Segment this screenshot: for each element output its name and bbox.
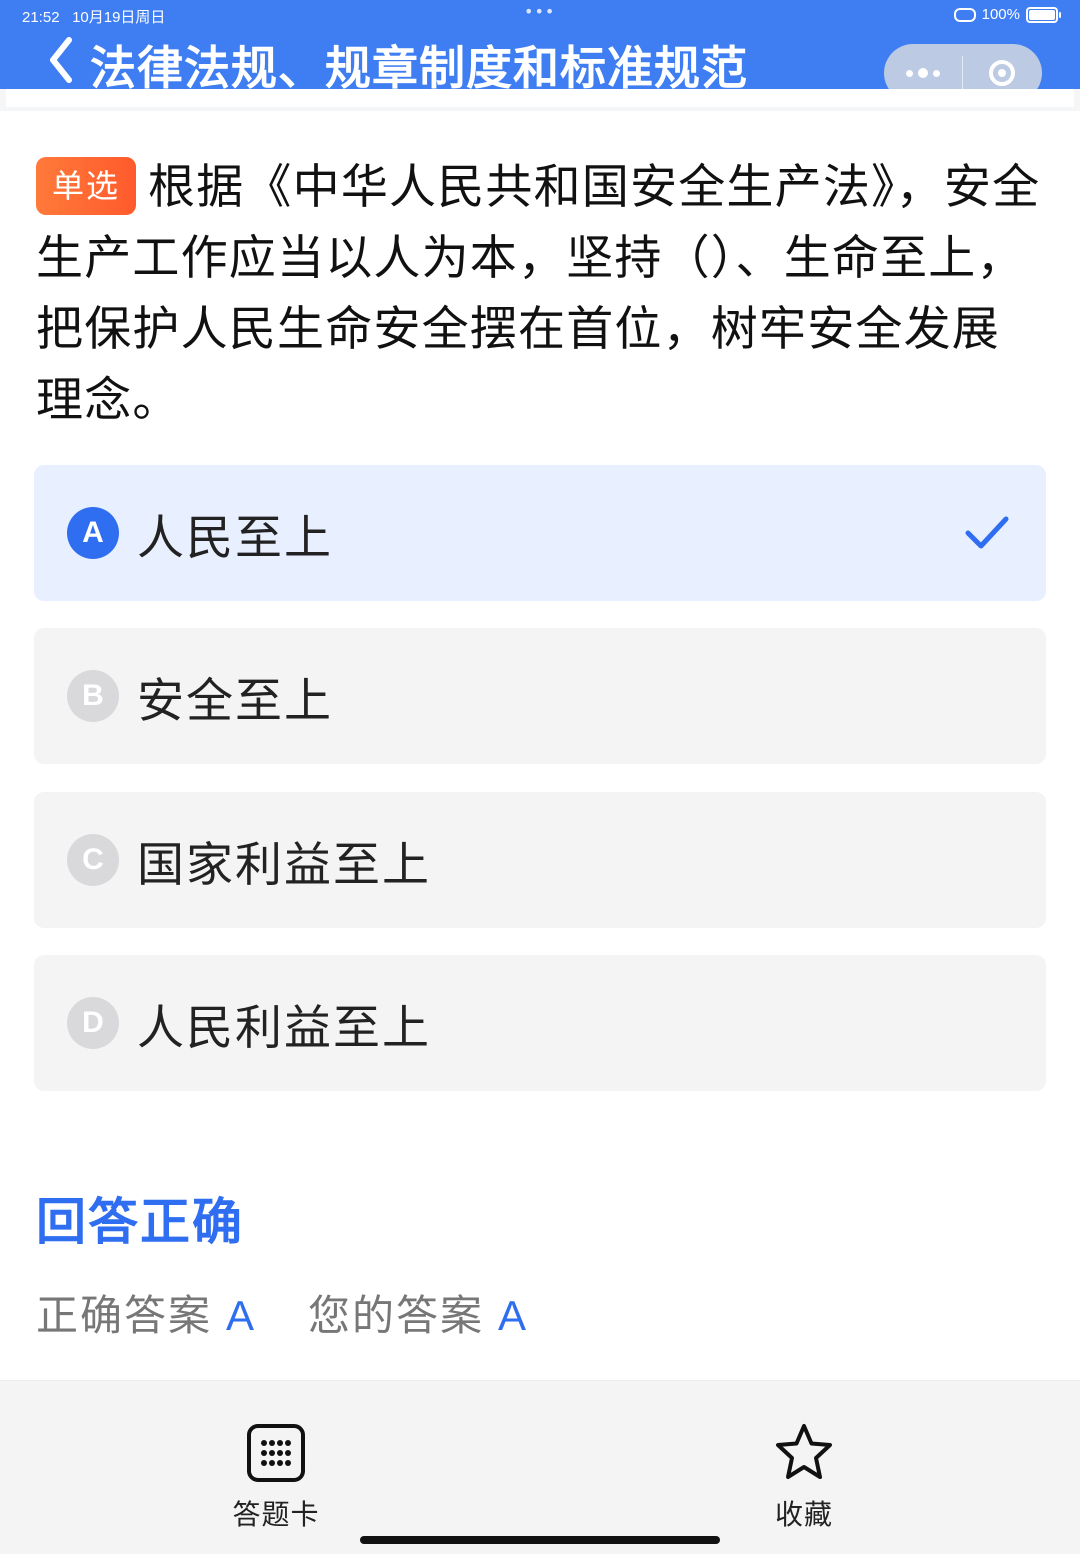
home-indicator[interactable] [360, 1536, 720, 1544]
result-title: 回答正确 [36, 1193, 244, 1251]
your-answer-label: 您的答案 [308, 1291, 485, 1340]
target-close-icon [989, 60, 1015, 86]
dot-icon [918, 68, 928, 78]
status-time: 21:52 10月19日周日 [22, 6, 165, 27]
option-text: 国家利益至上 [137, 837, 431, 893]
status-right: 100% [953, 6, 1061, 23]
chevron-left-icon [50, 37, 72, 83]
time-text: 21:52 [22, 9, 60, 26]
favorite-button[interactable]: 收藏 [734, 1421, 874, 1533]
option-text: 安全至上 [137, 673, 333, 729]
your-answer-value: A [498, 1292, 529, 1339]
check-icon [965, 516, 1009, 549]
option-letter-badge: D [67, 997, 119, 1049]
grid-icon [247, 1424, 305, 1482]
answer-card-label: 答题卡 [232, 1498, 320, 1531]
option-text: 人民至上 [137, 510, 333, 566]
header-shadow [0, 89, 1080, 111]
battery-percent: 100% [981, 6, 1020, 23]
multitask-dots-icon[interactable]: ••• [524, 2, 555, 21]
top-header: 21:52 10月19日周日 ••• 100% 法律法规、规章制度和标准规范 [0, 0, 1080, 102]
option-letter-badge: A [67, 507, 119, 559]
close-button[interactable] [963, 60, 1041, 86]
more-button[interactable] [884, 68, 962, 78]
answer-card-button[interactable]: 答题卡 [206, 1421, 346, 1533]
option-text: 人民利益至上 [137, 1000, 431, 1056]
question-text: 根据《中华人民共和国安全生产法》，安全生产工作应当以人为本，坚持（）、生命至上，… [36, 160, 1041, 428]
question-type-tag: 单选 [36, 157, 137, 215]
correct-answer-label: 正确答案 [36, 1291, 213, 1340]
correct-answer-value: A [226, 1292, 257, 1339]
answer-summary: 正确答案 A 您的答案 A [36, 1282, 528, 1343]
dot-icon [933, 69, 940, 77]
option-a[interactable]: A 人民至上 [34, 465, 1046, 601]
option-c[interactable]: C 国家利益至上 [34, 792, 1046, 928]
option-letter-badge: C [67, 834, 119, 886]
date-text: 10月19日周日 [72, 9, 166, 26]
option-letter-badge: B [67, 670, 119, 722]
dot-icon [906, 69, 913, 77]
favorite-label: 收藏 [774, 1498, 833, 1531]
question-block: 单选 根据《中华人民共和国安全生产法》，安全生产工作应当以人为本，坚持（）、生命至… [36, 152, 1046, 436]
battery-icon [1026, 6, 1061, 23]
quiz-page: 21:52 10月19日周日 ••• 100% 法律法规、规章制度和标准规范 单… [0, 0, 1080, 1554]
bottom-toolbar: 答题卡 收藏 [0, 1380, 1080, 1554]
back-button[interactable] [42, 34, 82, 86]
option-d[interactable]: D 人民利益至上 [34, 955, 1046, 1091]
star-icon [776, 1424, 832, 1479]
link-icon [953, 7, 976, 22]
option-b[interactable]: B 安全至上 [34, 628, 1046, 764]
